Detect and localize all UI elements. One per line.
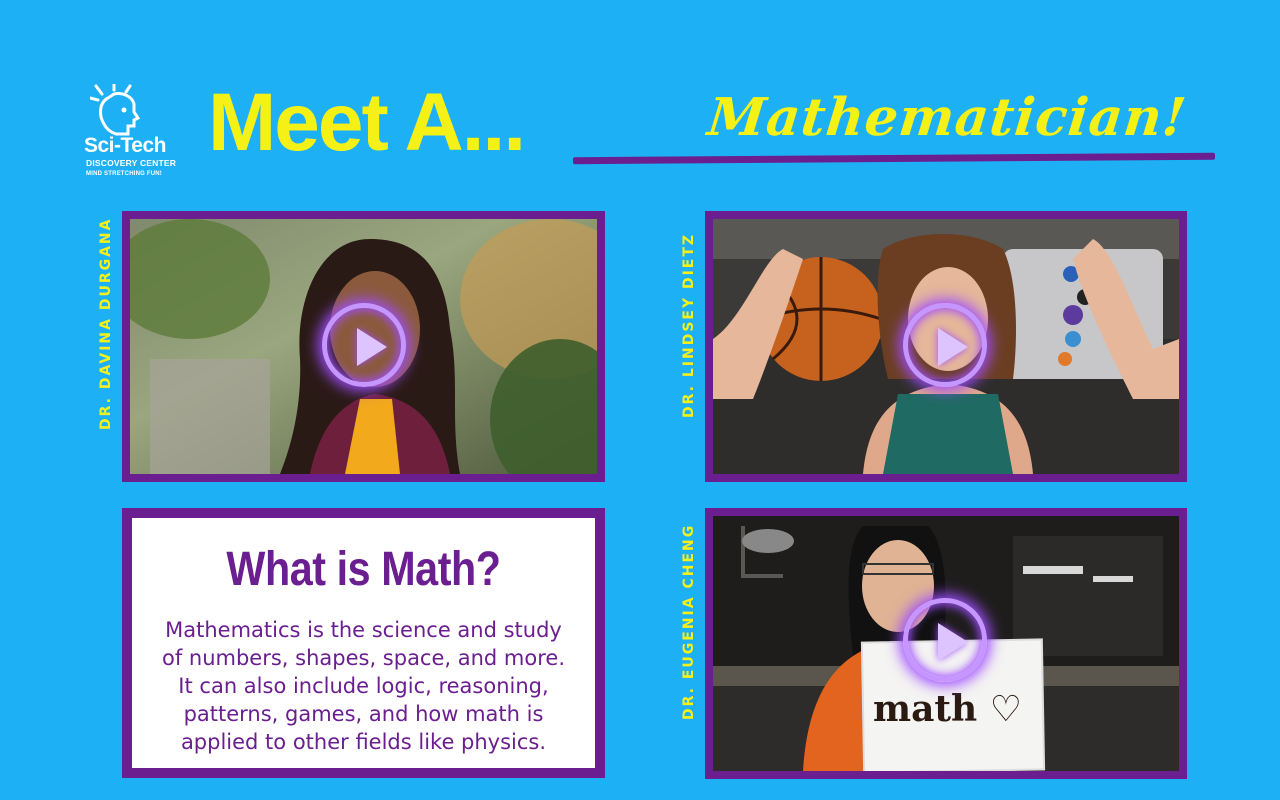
- video-label-dietz: DR. LINDSEY DIETZ: [681, 232, 697, 418]
- logo-tagline: MIND STRETCHING FUN!: [86, 171, 162, 177]
- play-icon[interactable]: [903, 598, 987, 682]
- page-subtitle: Mathematician!: [704, 87, 1190, 148]
- info-title: What is Math?: [226, 543, 501, 596]
- video-label-cheng: DR. EUGENIA CHENG: [681, 523, 697, 720]
- info-body: Mathematics is the science and study of …: [161, 618, 566, 754]
- sign-text: math ♡: [873, 688, 1022, 730]
- title-underline: [572, 152, 1216, 165]
- play-icon[interactable]: [322, 303, 406, 387]
- video-card-cheng[interactable]: math ♡: [705, 508, 1187, 779]
- logo-head-icon: [90, 84, 141, 136]
- logo-subtitle: DISCOVERY CENTER: [86, 158, 177, 168]
- video-card-durgana[interactable]: [122, 211, 605, 482]
- play-icon[interactable]: [903, 303, 987, 387]
- sci-tech-logo: Sci-Tech DISCOVERY CENTER MIND STRETCHIN…: [80, 78, 190, 188]
- video-card-dietz[interactable]: [705, 211, 1187, 482]
- page-title: Meet A...: [208, 77, 526, 168]
- what-is-math-card: What is Math? Mathematics is the science…: [122, 508, 605, 778]
- logo-name: Sci-Tech: [84, 134, 166, 157]
- video-label-durgana: DR. DAVINA DURGANA: [98, 217, 114, 430]
